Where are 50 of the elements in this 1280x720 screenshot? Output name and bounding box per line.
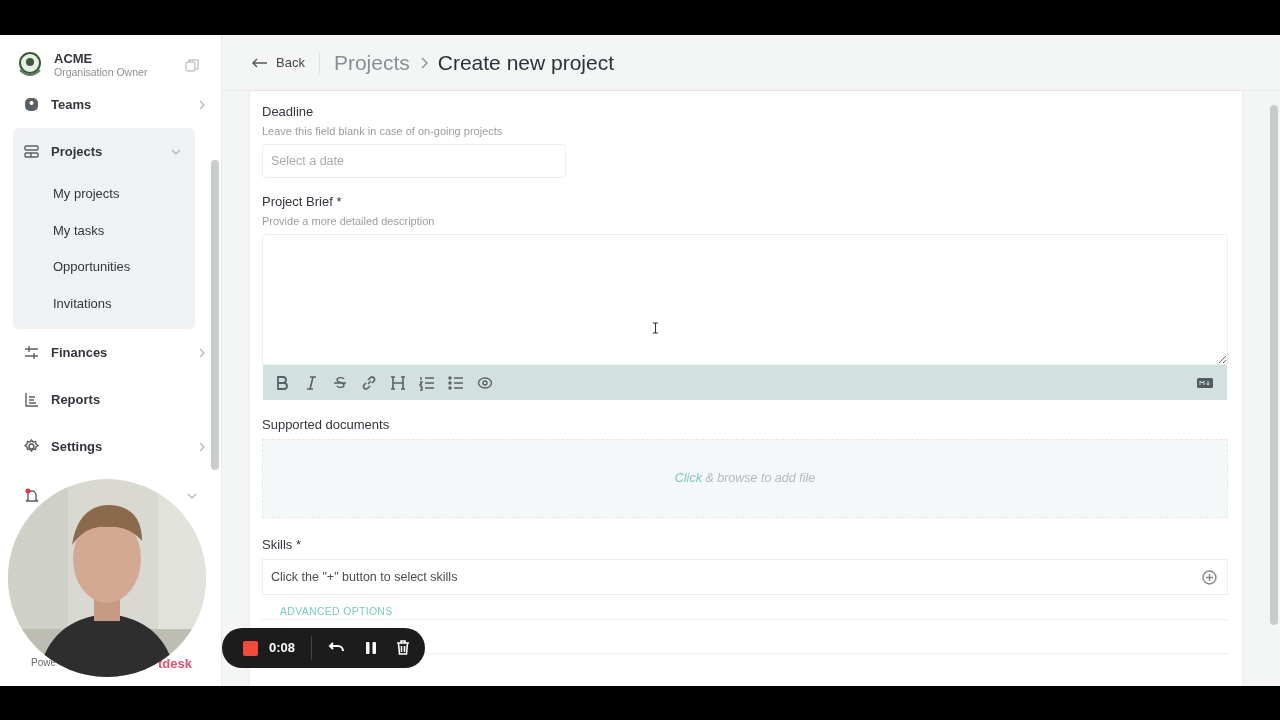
- back-arrow-icon: [252, 57, 268, 68]
- numbered-list-icon[interactable]: [418, 374, 435, 391]
- scrollbar[interactable]: [1270, 105, 1278, 625]
- sub-nav-item[interactable]: My tasks: [13, 211, 195, 248]
- strikethrough-icon[interactable]: [331, 374, 348, 391]
- eye-icon[interactable]: [476, 374, 493, 391]
- org-role: Organisation Owner: [54, 66, 148, 79]
- skills-field[interactable]: Click the "+" button to select skills: [262, 559, 1228, 595]
- chevron-right-icon: [419, 56, 428, 69]
- back-button[interactable]: Back: [252, 52, 305, 73]
- nav-item[interactable]: Settings: [0, 423, 221, 470]
- field-hint: Leave this field blank in case of on-going projects: [262, 124, 504, 138]
- bullet-list-icon[interactable]: [447, 374, 464, 391]
- link-icon[interactable]: [360, 374, 377, 391]
- bell-icon[interactable]: [24, 488, 40, 504]
- nav-item[interactable]: Finances: [0, 329, 221, 376]
- brand-text: tdesk: [158, 655, 192, 673]
- reports-icon: [24, 392, 39, 407]
- description-field[interactable]: [262, 234, 1228, 365]
- trash-icon[interactable]: [396, 640, 411, 656]
- switch-icon[interactable]: [185, 58, 199, 72]
- field-label: Supported documents: [262, 417, 391, 433]
- field-label: Project Brief *: [262, 194, 343, 210]
- stop-button[interactable]: [243, 640, 258, 656]
- skills-field-text: Click the "+" button to select skills: [271, 568, 458, 586]
- sub-nav-item[interactable]: My projects: [13, 175, 195, 212]
- footer-text: Powe: [31, 656, 56, 670]
- gear-icon: [24, 439, 39, 454]
- finances-icon: [24, 345, 39, 360]
- projects-icon: [24, 144, 39, 159]
- field-hint: Provide a more detailed description: [262, 214, 436, 228]
- timer-text: 0:08: [269, 639, 296, 658]
- scrollbar[interactable]: [211, 160, 219, 470]
- date-field[interactable]: Select a date: [262, 144, 566, 178]
- org-name: ACME: [54, 51, 94, 66]
- sub-nav-item[interactable]: Opportunities: [13, 248, 195, 285]
- nav-item[interactable]: Teams: [0, 81, 221, 128]
- plus-circle-icon[interactable]: [1202, 569, 1217, 585]
- field-label: Skills *: [262, 537, 302, 553]
- nav-item[interactable]: Reports: [0, 376, 221, 423]
- heading-icon[interactable]: [389, 374, 406, 391]
- page-title: Create new project: [437, 49, 615, 76]
- field-label: Deadline: [262, 104, 315, 120]
- dropzone-text: Click & browse to add file: [674, 470, 816, 488]
- sub-nav-item[interactable]: Invitations: [13, 284, 195, 321]
- nav-item[interactable]: Projects: [13, 128, 195, 175]
- markdown-icon[interactable]: [1197, 377, 1213, 388]
- text-cursor-icon: [652, 322, 659, 334]
- pause-icon[interactable]: [364, 640, 379, 656]
- team-icon: [24, 97, 39, 112]
